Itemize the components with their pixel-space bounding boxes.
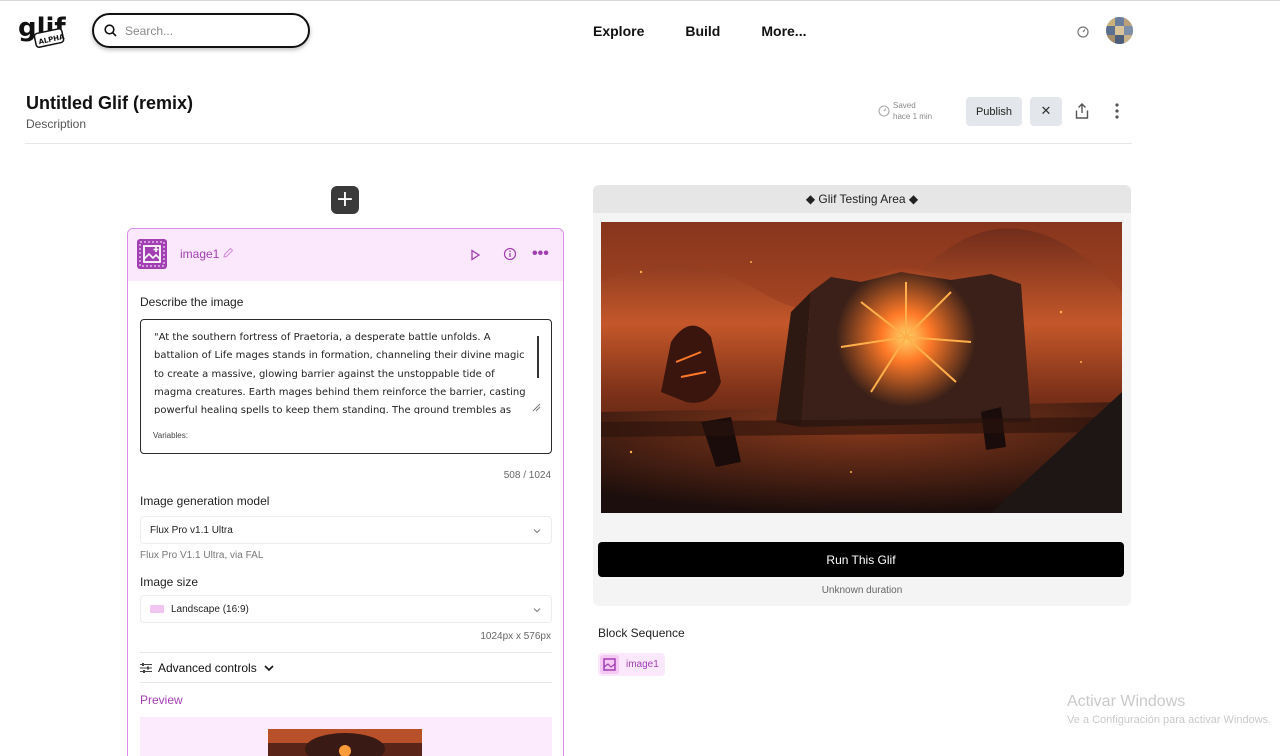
aspect-swatch: [150, 605, 164, 613]
size-select[interactable]: Landscape (16:9): [140, 595, 552, 623]
model-value: Flux Pro v1.1 Ultra: [150, 524, 233, 536]
run-glif-button[interactable]: Run This Glif: [598, 542, 1124, 577]
resize-handle-icon[interactable]: [531, 402, 541, 412]
close-button[interactable]: ✕: [1030, 97, 1062, 126]
testing-area: ◆ Glif Testing Area ◆ Run This Glif Unkn…: [593, 185, 1131, 606]
image-block-icon: [600, 655, 619, 674]
search-box[interactable]: [92, 13, 310, 48]
model-select[interactable]: Flux Pro v1.1 Ultra: [140, 516, 552, 544]
preview-panel: [140, 717, 552, 756]
info-icon[interactable]: [503, 247, 517, 266]
advanced-controls-toggle[interactable]: Advanced controls: [140, 661, 275, 675]
add-block-button[interactable]: +: [331, 186, 359, 214]
chevron-down-icon: [533, 529, 541, 534]
run-block-icon[interactable]: [470, 248, 481, 266]
advanced-label: Advanced controls: [158, 661, 257, 675]
size-value: Landscape (16:9): [171, 603, 249, 615]
clock-icon: [878, 105, 890, 117]
nav-explore[interactable]: Explore: [593, 23, 644, 39]
publish-button[interactable]: Publish: [966, 97, 1022, 126]
more-vertical-icon[interactable]: [1110, 102, 1124, 125]
edit-name-icon[interactable]: [222, 246, 234, 264]
block-header: image1 •••: [128, 229, 563, 281]
variables-label: Variables:: [153, 431, 188, 440]
saved-label: Saved: [893, 101, 916, 110]
saved-time: hace 1 min: [893, 112, 933, 121]
search-input[interactable]: [125, 23, 295, 38]
preview-image[interactable]: [268, 729, 422, 756]
char-counter: 508 / 1024: [503, 470, 551, 481]
nav-more[interactable]: More...: [761, 23, 806, 39]
chevron-down-icon: [264, 665, 274, 672]
prompt-textarea[interactable]: "At the southern fortress of Praetoria, …: [140, 319, 552, 454]
nav-build[interactable]: Build: [685, 23, 720, 39]
glif-logo[interactable]: glif ALPHA: [18, 12, 76, 50]
model-note: Flux Pro V1.1 Ultra, via FAL: [140, 550, 264, 561]
testing-area-title: ◆ Glif Testing Area ◆: [593, 185, 1131, 213]
size-dimensions: 1024px x 576px: [480, 631, 551, 642]
windows-activation-note: Ve a Configuración para activar Windows.: [1067, 714, 1272, 726]
top-nav: glif ALPHA Explore Build More...: [0, 0, 1280, 60]
run-duration: Unknown duration: [821, 585, 903, 596]
sliders-icon: [140, 663, 152, 673]
user-avatar[interactable]: [1106, 17, 1133, 44]
image-block-card: image1 ••• Describe the image "At the so…: [127, 228, 564, 756]
prompt-scrollbar[interactable]: [537, 336, 539, 378]
divider: [140, 652, 552, 653]
block-name[interactable]: image1: [180, 247, 219, 261]
header-divider: [25, 143, 1132, 144]
describe-label: Describe the image: [140, 295, 244, 309]
main-nav: Explore Build More...: [593, 23, 847, 39]
block-menu-icon[interactable]: •••: [532, 245, 549, 263]
size-label: Image size: [140, 575, 199, 589]
share-icon[interactable]: [1074, 102, 1090, 125]
search-icon: [104, 24, 117, 37]
sequence-item-image1[interactable]: image1: [598, 653, 665, 676]
windows-activation-title: Activar Windows: [1067, 693, 1186, 710]
block-sequence-label: Block Sequence: [598, 626, 685, 640]
preview-label: Preview: [140, 693, 183, 707]
page-title[interactable]: Untitled Glif (remix): [26, 93, 193, 114]
model-label: Image generation model: [140, 494, 270, 508]
sequence-item-label: image1: [626, 659, 659, 670]
divider: [140, 682, 552, 683]
prompt-text[interactable]: "At the southern fortress of Praetoria, …: [154, 329, 529, 414]
output-image[interactable]: [601, 222, 1122, 513]
chevron-down-icon: [533, 608, 541, 613]
page-description[interactable]: Description: [26, 117, 86, 131]
image-block-icon: [137, 239, 167, 269]
save-status: Saved hace 1 min: [878, 100, 932, 122]
history-icon[interactable]: [1077, 25, 1089, 43]
